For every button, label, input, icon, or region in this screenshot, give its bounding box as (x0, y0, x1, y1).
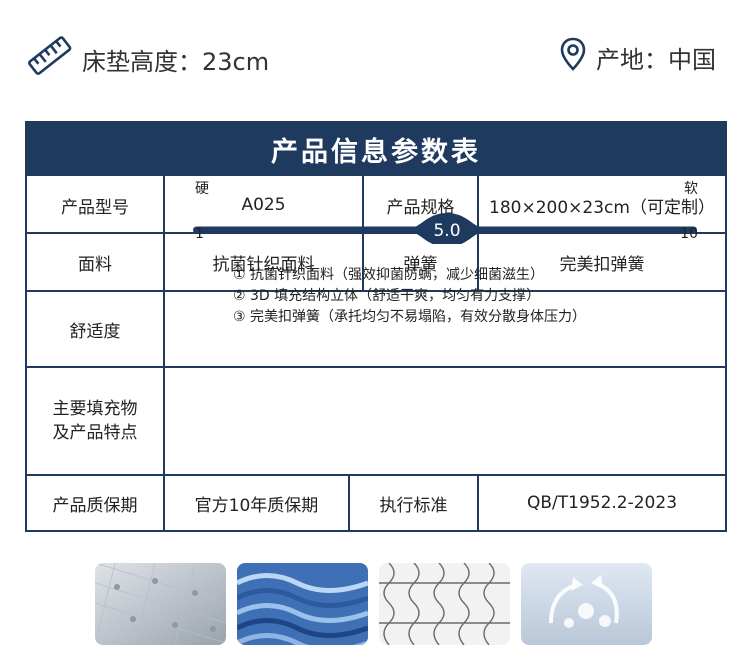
features-label: 主要填充物 及产品特点 (27, 368, 163, 474)
feature-item: ① 抗菌针织面料（强效抑菌防螨，减少细菌滋生） (233, 267, 544, 283)
standard-label: 执行标准 (379, 495, 448, 516)
fabric-label: 面料 (78, 254, 112, 275)
location-pin-icon (558, 36, 588, 78)
table-title: 产品信息参数表 (27, 123, 725, 176)
comfort-value-label: 5.0 (433, 221, 460, 241)
features-list: ① 抗菌针织面料（强效抑菌防螨，减少细菌滋生） ② 3D 填充结构立体（舒适干爽… (233, 265, 586, 328)
feature-item: ② 3D 填充结构立体（舒适干爽，均匀有力支撑） (233, 288, 541, 304)
features-label-line2: 及产品特点 (52, 423, 138, 443)
ruler-icon (26, 36, 74, 82)
3d-filling-thumbnail (237, 563, 368, 645)
comfort-track: 5.0 (193, 213, 697, 244)
comfort-scale: 硬 软 5.0 1 10 (165, 178, 700, 244)
top-spec-row: 床垫高度：23cm 产地：中国 (0, 0, 750, 110)
spring-thumbnail (379, 563, 510, 645)
standard-value: QB/T1952.2-2023 (526, 493, 678, 513)
origin-spec: 产地：中国 (558, 36, 716, 78)
comfort-label: 舒适度 (69, 321, 121, 342)
comfort-min-label: 1 (195, 226, 204, 242)
model-label: 产品型号 (61, 197, 129, 218)
fabric-texture-thumbnail (95, 563, 226, 645)
antibacterial-thumbnail (521, 563, 652, 645)
warranty-label: 产品质保期 (52, 495, 138, 516)
comfort-max-label: 10 (680, 226, 698, 242)
features-label-line1: 主要填充物 (52, 399, 138, 419)
warranty-value: 官方10年质保期 (194, 495, 319, 516)
origin-text: 产地：中国 (596, 45, 716, 74)
mattress-height-spec: 床垫高度：23cm (26, 36, 269, 82)
feature-item: ③ 完美扣弹簧（承托均匀不易塌陷，有效分散身体压力） (233, 309, 586, 325)
material-thumbnails (95, 563, 655, 645)
mattress-height-text: 床垫高度：23cm (82, 47, 270, 76)
